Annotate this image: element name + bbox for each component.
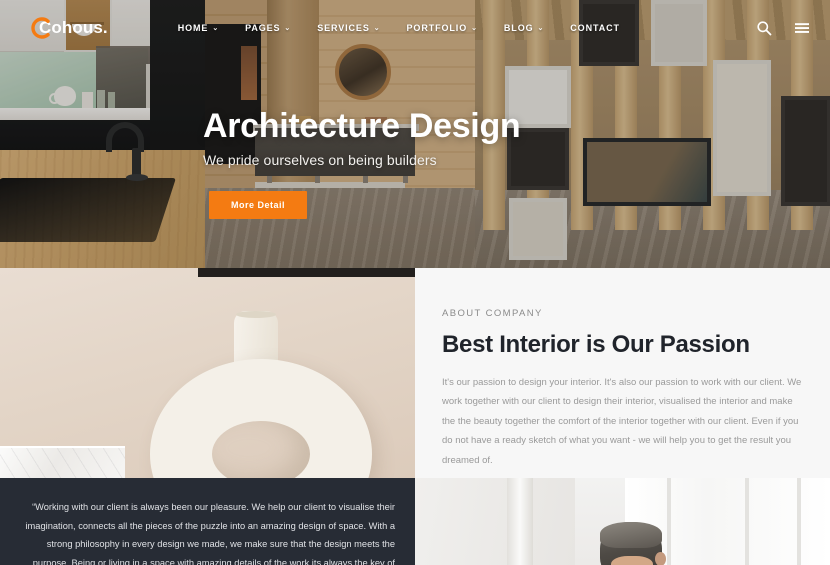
nav-item-contact[interactable]: CONTACT — [570, 23, 620, 33]
quote-block: “Working with our client is always been … — [0, 478, 415, 565]
site-header: Cohous. HOME ⌄ PAGES ⌄ SERVICES ⌄ PORTFO… — [0, 0, 830, 56]
about-body-text: It's our passion to design your interior… — [442, 377, 802, 466]
nav-label: CONTACT — [570, 23, 620, 33]
c-circle-logo-icon — [30, 17, 52, 39]
about-section: ABOUT COMPANY Best Interior is Our Passi… — [0, 268, 830, 513]
brand-logo[interactable]: Cohous. — [30, 17, 108, 39]
nav-item-pages[interactable]: PAGES ⌄ — [245, 23, 291, 33]
donut-vase-decor-icon — [140, 311, 372, 478]
nav-item-home[interactable]: HOME ⌄ — [178, 23, 219, 33]
nav-item-services[interactable]: SERVICES ⌄ — [317, 23, 380, 33]
chevron-down-icon: ⌄ — [537, 24, 545, 32]
about-eyebrow: ABOUT COMPANY — [442, 308, 543, 319]
header-actions — [756, 20, 810, 36]
bottom-section: “Working with our client is always been … — [0, 478, 830, 565]
landing-page: Cohous. HOME ⌄ PAGES ⌄ SERVICES ⌄ PORTFO… — [0, 0, 830, 565]
nav-label: HOME — [177, 23, 209, 33]
chevron-down-icon: ⌄ — [212, 24, 220, 32]
nav-label: BLOG — [503, 23, 534, 33]
nav-item-portfolio[interactable]: PORTFOLIO ⌄ — [407, 23, 478, 33]
about-image — [0, 268, 415, 478]
about-heading: Best Interior is Our Passion — [442, 331, 750, 358]
nav-item-blog[interactable]: BLOG ⌄ — [504, 23, 544, 33]
nav-label: PAGES — [245, 23, 281, 33]
nav-label: PORTFOLIO — [406, 23, 468, 33]
main-navigation: HOME ⌄ PAGES ⌄ SERVICES ⌄ PORTFOLIO ⌄ BL… — [178, 23, 620, 33]
about-text-block: ABOUT COMPANY Best Interior is Our Passi… — [415, 268, 830, 513]
hamburger-menu-icon[interactable] — [794, 20, 810, 36]
search-icon[interactable] — [756, 20, 772, 36]
chevron-down-icon: ⌄ — [284, 24, 292, 32]
hero-section: Cohous. HOME ⌄ PAGES ⌄ SERVICES ⌄ PORTFO… — [0, 0, 830, 268]
hero-more-detail-button[interactable]: More Detail — [209, 191, 308, 220]
nav-label: SERVICES — [317, 23, 370, 33]
hero-title: Architecture Design — [203, 107, 521, 145]
marble-block-decor — [0, 446, 125, 478]
hero-content: Architecture Design We pride ourselves o… — [203, 107, 521, 220]
person-image — [415, 478, 830, 565]
quote-text: “Working with our client is always been … — [25, 502, 395, 565]
chevron-down-icon: ⌄ — [373, 24, 381, 32]
hero-subtitle: We pride ourselves on being builders — [203, 152, 437, 169]
chevron-down-icon: ⌄ — [471, 24, 478, 32]
